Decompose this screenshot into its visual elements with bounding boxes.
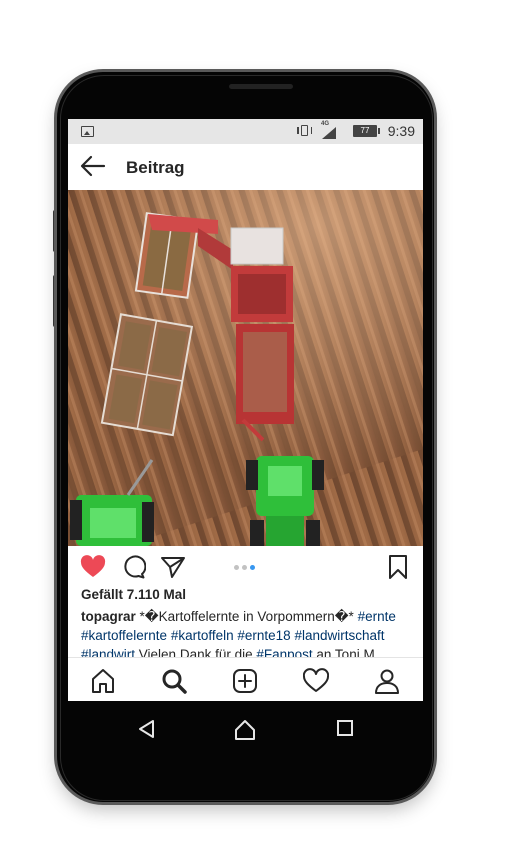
vibrate-icon	[297, 125, 312, 136]
arrow-left-icon[interactable]	[80, 155, 106, 177]
profile-icon[interactable]	[374, 668, 400, 694]
battery-icon: 77	[353, 125, 380, 137]
caption-text: Vielen Dank für die	[135, 647, 257, 657]
hashtag-link[interactable]: #Fanpost	[256, 647, 312, 657]
back-triangle-icon[interactable]	[137, 719, 157, 739]
hashtag-link[interactable]: #kartoffeln	[171, 628, 234, 643]
carousel-dot-active	[250, 565, 255, 570]
caption-text: *�Kartoffelernte in Vorpommern�*	[135, 609, 358, 624]
page-title: Beitrag	[126, 158, 185, 177]
bottom-navigation	[68, 657, 423, 701]
android-navigation-bar	[57, 705, 434, 755]
screen: 4G 77 9:39 Beitrag Gefällt 7.110 Mal top…	[68, 119, 423, 701]
hashtag-link[interactable]: #landwirt	[81, 647, 135, 657]
hashtag-link[interactable]: #ernte	[358, 609, 396, 624]
clock: 9:39	[387, 123, 415, 139]
comment-icon[interactable]	[120, 555, 146, 579]
bookmark-icon[interactable]	[385, 555, 411, 579]
tractor-right	[246, 456, 324, 546]
carousel-dot	[234, 565, 239, 570]
hashtag-link[interactable]: #landwirtschaft	[294, 628, 384, 643]
recents-icon[interactable]	[336, 719, 354, 737]
battery-level: 77	[360, 126, 370, 135]
home-icon[interactable]	[90, 668, 116, 694]
post-caption: topagrar *�Kartoffelernte in Vorpommern�…	[81, 607, 415, 657]
search-icon[interactable]	[161, 668, 187, 694]
status-bar: 4G 77 9:39	[68, 119, 423, 144]
heart-outline-icon[interactable]	[303, 668, 329, 694]
post-photo[interactable]	[68, 190, 423, 546]
caption-text: an Toni M	[312, 647, 375, 657]
signal-icon	[322, 127, 336, 139]
caption-username[interactable]: topagrar	[81, 609, 136, 624]
hashtag-link[interactable]: #ernte18	[237, 628, 290, 643]
earpiece	[229, 84, 293, 89]
heart-icon[interactable]	[80, 555, 106, 579]
plus-square-icon[interactable]	[232, 668, 258, 694]
home-button-icon[interactable]	[234, 719, 256, 741]
post-actions	[68, 546, 423, 586]
likes-count[interactable]: Gefällt 7.110 Mal	[81, 587, 186, 602]
carousel-indicator	[234, 565, 260, 570]
paper-plane-icon[interactable]	[160, 555, 186, 579]
app-bar: Beitrag	[68, 144, 423, 190]
image-notification-icon	[81, 126, 94, 137]
hashtag-link[interactable]: #kartoffelernte	[81, 628, 167, 643]
carousel-dot	[242, 565, 247, 570]
